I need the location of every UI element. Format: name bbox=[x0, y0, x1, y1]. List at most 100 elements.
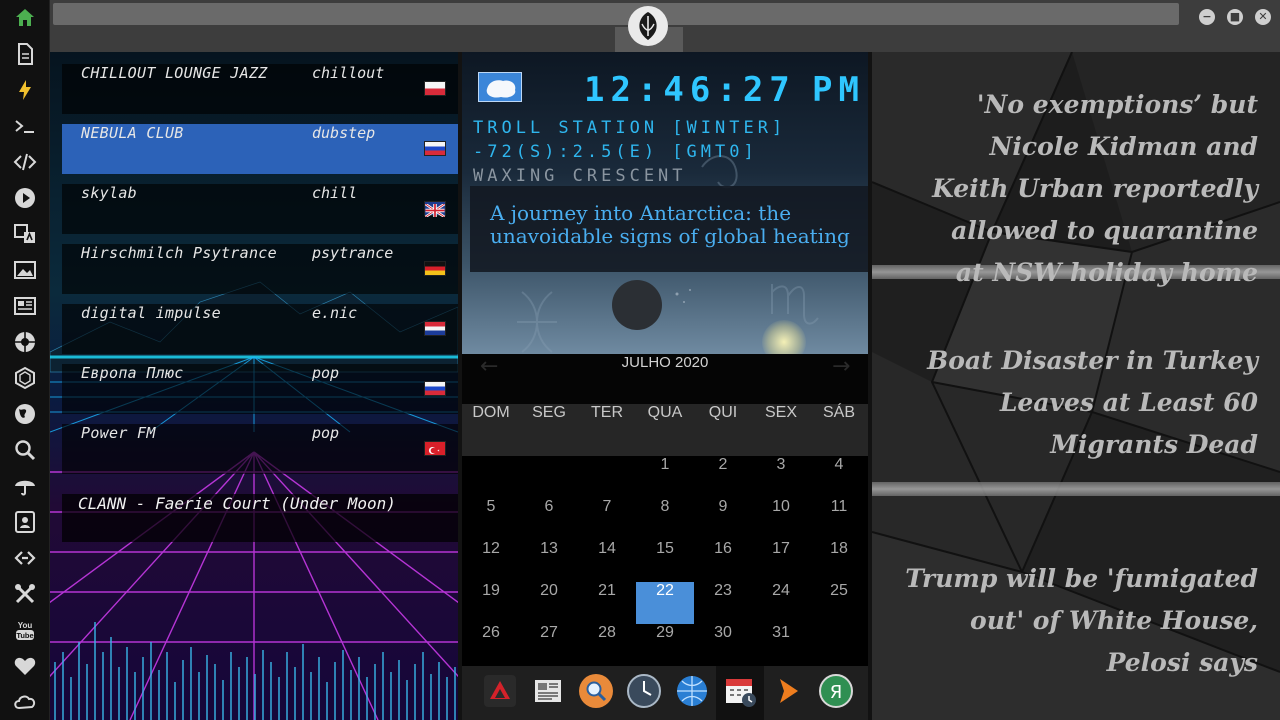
image-icon[interactable] bbox=[13, 258, 37, 282]
weekday-label: DOM bbox=[472, 404, 510, 421]
app-launcher-icon[interactable] bbox=[482, 673, 518, 709]
station-row[interactable]: digital impulse e.nic bbox=[62, 304, 458, 354]
youtube-icon[interactable]: You Tube bbox=[13, 618, 37, 642]
globe-app-icon[interactable] bbox=[674, 673, 710, 709]
station-genre: e.nic bbox=[312, 304, 358, 322]
link-icon[interactable] bbox=[13, 546, 37, 570]
turkey-flag-icon bbox=[424, 441, 446, 456]
bolt-icon[interactable] bbox=[13, 78, 37, 102]
calendar-day[interactable]: 18 bbox=[810, 540, 868, 582]
station-genre: pop bbox=[312, 424, 340, 442]
calendar-day[interactable]: 14 bbox=[578, 540, 636, 582]
calendar-day[interactable]: 8 bbox=[636, 498, 694, 540]
calendar-day[interactable]: 16 bbox=[694, 540, 752, 582]
station-label: TROLL STATION [WINTER] bbox=[473, 118, 787, 138]
search-icon[interactable] bbox=[13, 438, 37, 462]
calendar-day[interactable]: 6 bbox=[520, 498, 578, 540]
umbrella-icon[interactable] bbox=[13, 474, 37, 498]
news-headline[interactable]: Boat Disaster in Turkey Leaves at Least … bbox=[888, 340, 1258, 466]
calendar-day[interactable]: 2 bbox=[694, 456, 752, 498]
calendar-day[interactable]: 1 bbox=[636, 456, 694, 498]
news-headline[interactable]: 'No exemptions’ but Nicole Kidman and Ke… bbox=[928, 84, 1258, 294]
station-row[interactable]: NEBULA CLUB dubstep bbox=[62, 124, 458, 174]
calendar-day[interactable]: 5 bbox=[462, 498, 520, 540]
clock-calendar-panel: 12:46:27 PM TROLL STATION [WINTER] -72(S… bbox=[462, 52, 868, 720]
station-genre: dubstep bbox=[312, 124, 376, 142]
maximize-button[interactable]: ■ bbox=[1227, 9, 1243, 25]
calendar-day[interactable]: 10 bbox=[752, 498, 810, 540]
code-icon[interactable] bbox=[13, 150, 37, 174]
calendar-day[interactable]: 26 bbox=[462, 624, 520, 666]
radio-panel: CHILLOUT LOUNGE JAZZ chillout NEBULA CLU… bbox=[50, 52, 458, 720]
now-playing-title: CLANN - Faerie Court (Under Moon) bbox=[78, 494, 396, 513]
cloud-icon[interactable] bbox=[13, 690, 37, 714]
rebel-icon[interactable] bbox=[13, 330, 37, 354]
calendar-day[interactable]: 11 bbox=[810, 498, 868, 540]
calendar-day[interactable]: 29 bbox=[636, 624, 694, 666]
calendar-day[interactable]: 23 bbox=[694, 582, 752, 624]
calendar-day[interactable]: 13 bbox=[520, 540, 578, 582]
close-button[interactable]: ✕ bbox=[1255, 9, 1271, 25]
weekday-label: QUA bbox=[647, 404, 683, 421]
weekday-label: TER bbox=[591, 404, 623, 421]
globe-icon[interactable] bbox=[13, 402, 37, 426]
calendar-weekdays: DOM SEG TER QUA QUI SEX SÁB bbox=[462, 404, 868, 456]
rebel-alliance-logo[interactable] bbox=[628, 6, 668, 46]
station-row[interactable]: CHILLOUT LOUNGE JAZZ chillout bbox=[62, 64, 458, 114]
terminal-icon[interactable] bbox=[13, 114, 37, 138]
now-playing-bar[interactable]: CLANN - Faerie Court (Under Moon) bbox=[62, 494, 458, 542]
document-icon[interactable] bbox=[13, 42, 37, 66]
arrow-app-icon[interactable] bbox=[770, 673, 806, 709]
station-name: CHILLOUT LOUNGE JAZZ bbox=[81, 64, 268, 82]
calendar-day[interactable]: 19 bbox=[462, 582, 520, 624]
calendar-app-icon[interactable] bbox=[722, 673, 758, 709]
station-row[interactable]: skylab chill bbox=[62, 184, 458, 234]
calendar-day[interactable]: 9 bbox=[694, 498, 752, 540]
calendar-day-today[interactable]: 22 bbox=[636, 582, 694, 624]
search-app-icon[interactable] bbox=[578, 673, 614, 709]
calendar-day[interactable]: 20 bbox=[520, 582, 578, 624]
station-row[interactable]: Европа Плюс pop bbox=[62, 364, 458, 414]
news-headline[interactable]: Trump will be 'fumigated out' of White H… bbox=[898, 558, 1258, 684]
germany-flag-icon bbox=[424, 261, 446, 276]
minimize-button[interactable]: − bbox=[1199, 9, 1215, 25]
calendar-day[interactable]: 21 bbox=[578, 582, 636, 624]
home-icon[interactable] bbox=[13, 6, 37, 30]
calendar-day[interactable]: 30 bbox=[694, 624, 752, 666]
yandex-icon[interactable]: Я bbox=[818, 673, 854, 709]
news-panel: 'No exemptions’ but Nicole Kidman and Ke… bbox=[872, 52, 1280, 720]
desktop: You Tube − ■ ✕ CHILLOUT LOUNGE JAZZ chil… bbox=[0, 0, 1280, 720]
calendar-day[interactable]: 27 bbox=[520, 624, 578, 666]
station-genre: pop bbox=[312, 364, 340, 382]
svg-text:You: You bbox=[18, 621, 33, 630]
calendar-day[interactable]: 24 bbox=[752, 582, 810, 624]
clock-app-icon[interactable] bbox=[626, 673, 662, 709]
translate-icon[interactable] bbox=[13, 222, 37, 246]
headline-card[interactable]: A journey into Antarctica: the unavoidab… bbox=[470, 186, 868, 272]
news-icon[interactable] bbox=[13, 294, 37, 318]
next-month-button[interactable]: → bbox=[832, 354, 850, 379]
divider-stripe bbox=[872, 482, 1280, 496]
play-icon[interactable] bbox=[13, 186, 37, 210]
russia-flag-icon bbox=[424, 381, 446, 396]
hexagon-icon[interactable] bbox=[13, 366, 37, 390]
station-row[interactable]: Power FM pop bbox=[62, 424, 458, 474]
calendar-day[interactable]: 28 bbox=[578, 624, 636, 666]
station-genre: psytrance bbox=[312, 244, 394, 262]
calendar-day[interactable]: 31 bbox=[752, 624, 810, 666]
calendar-day[interactable]: 3 bbox=[752, 456, 810, 498]
title-field[interactable] bbox=[53, 3, 1179, 25]
contacts-icon[interactable] bbox=[13, 510, 37, 534]
station-name: Европа Плюс bbox=[81, 364, 184, 382]
calendar-day[interactable]: 12 bbox=[462, 540, 520, 582]
calendar-header: ← JULHO 2020 → bbox=[462, 354, 868, 404]
heart-icon[interactable] bbox=[13, 654, 37, 678]
newspaper-icon[interactable] bbox=[530, 673, 566, 709]
station-row[interactable]: Hirschmilch Psytrance psytrance bbox=[62, 244, 458, 294]
calendar-day[interactable]: 15 bbox=[636, 540, 694, 582]
calendar-day[interactable]: 25 bbox=[810, 582, 868, 624]
calendar-day[interactable]: 17 bbox=[752, 540, 810, 582]
calendar-day[interactable]: 7 bbox=[578, 498, 636, 540]
tools-icon[interactable] bbox=[13, 582, 37, 606]
calendar-day[interactable]: 4 bbox=[810, 456, 868, 498]
